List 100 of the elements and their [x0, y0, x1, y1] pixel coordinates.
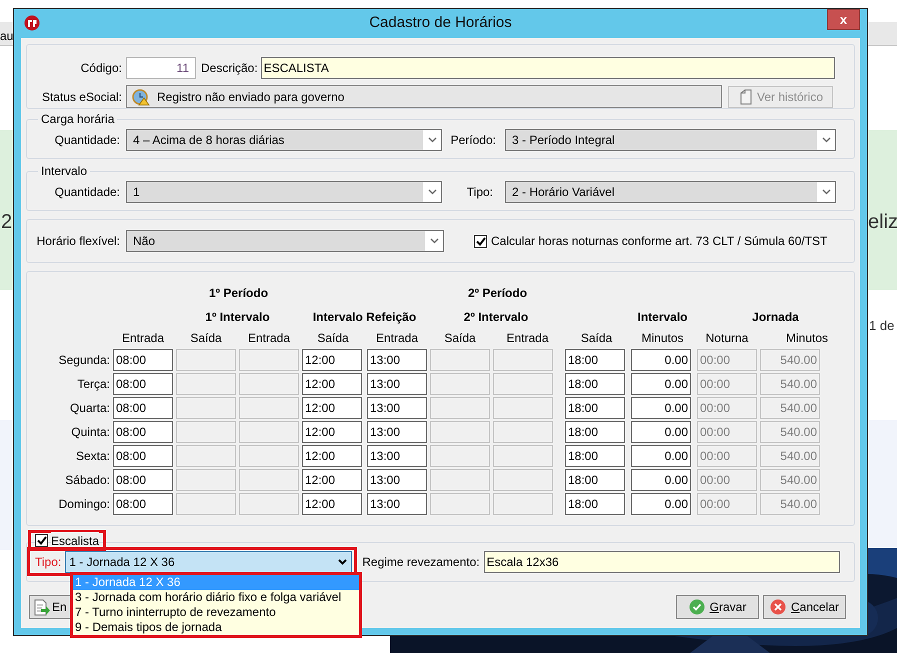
quantity-dropdown[interactable]: 1	[126, 181, 442, 203]
time-field[interactable]: 08:00	[113, 373, 173, 395]
day-label: Segunda:	[58, 352, 110, 369]
time-field[interactable]: 0.00	[631, 373, 691, 395]
time-field[interactable]: 12:00	[302, 397, 362, 419]
time-field[interactable]: 08:00	[113, 397, 173, 419]
time-field[interactable]: 0.00	[631, 397, 691, 419]
day-label: Terça:	[76, 376, 110, 393]
time-field[interactable]: 0.00	[631, 349, 691, 371]
chevron-down-icon	[822, 137, 830, 143]
period-dropdown[interactable]: 3 - Período Integral	[505, 129, 836, 151]
document-arrow-icon	[33, 598, 50, 616]
chevron-down-icon	[428, 137, 436, 143]
time-field[interactable]: 13:00	[367, 349, 427, 371]
time-field[interactable]: 18:00	[565, 493, 625, 515]
time-field[interactable]: 12:00	[302, 349, 362, 371]
time-field[interactable]: 12:00	[302, 469, 362, 491]
column-header: Entrada	[505, 330, 550, 347]
day-label: Sexta:	[74, 448, 110, 465]
chevron-down-icon	[338, 558, 347, 564]
column-group-header: Jornada	[751, 309, 800, 326]
chevron-down-icon	[822, 189, 830, 195]
day-label: Sábado:	[64, 472, 110, 489]
field-label: Horário flexível:	[36, 233, 121, 250]
time-field[interactable]: 18:00	[565, 421, 625, 443]
close-button[interactable]: x	[827, 9, 860, 30]
time-field[interactable]: 18:00	[565, 445, 625, 467]
type-dropdown[interactable]: 2 - Horário Variável	[505, 181, 836, 203]
day-label: Quinta:	[70, 424, 110, 441]
time-field[interactable]: 08:00	[113, 445, 173, 467]
time-field[interactable]: 13:00	[367, 373, 427, 395]
dropdown-option[interactable]: 7 - Turno ininterrupto de revezamento	[73, 605, 359, 620]
time-field[interactable]: 12:00	[302, 445, 362, 467]
flexible-dropdown[interactable]: Não	[126, 230, 444, 252]
time-field[interactable]: 13:00	[367, 445, 427, 467]
time-field[interactable]: 08:00	[113, 421, 173, 443]
quantity-dropdown[interactable]: 4 – Acima de 8 horas diárias	[126, 129, 442, 151]
column-header: Minutos	[784, 330, 830, 347]
column-group-header: 2º Intervalo	[462, 309, 530, 326]
column-header: Saída	[443, 330, 477, 347]
time-field[interactable]: 0.00	[631, 493, 691, 515]
page-text: eliz	[868, 210, 897, 235]
chevron-down-icon	[430, 238, 438, 244]
column-group-header: 1º Intervalo	[204, 309, 271, 326]
time-field[interactable]: 18:00	[565, 397, 625, 419]
status-field: Registro não enviado para governo	[126, 85, 722, 108]
column-group-header: 2º Período	[466, 285, 528, 302]
field-label: Quantidade:	[54, 132, 121, 149]
chevron-down-icon	[428, 189, 436, 195]
description-field[interactable]: ESCALISTA	[260, 57, 835, 79]
day-label: Domingo:	[58, 496, 110, 513]
page-text: 2	[1, 210, 12, 235]
field-label: Regime revezamento:	[362, 554, 480, 570]
time-field[interactable]: 13:00	[367, 493, 427, 515]
time-field[interactable]: 0.00	[631, 421, 691, 443]
field-label: Descrição:	[201, 60, 258, 77]
checkbox-label: Calcular horas noturnas conforme art. 73 CLT / Súmula 60/TST	[491, 233, 828, 250]
time-field[interactable]: 12:00	[302, 373, 362, 395]
code-field[interactable]: 11	[126, 57, 196, 79]
export-button[interactable]: En	[29, 595, 71, 619]
time-field[interactable]: 0.00	[631, 469, 691, 491]
app-logo-icon	[24, 15, 40, 31]
time-field[interactable]: 0.00	[631, 445, 691, 467]
group-legend: Carga horária	[38, 112, 118, 126]
field-label: Código:	[80, 60, 123, 77]
regime-field[interactable]: Escala 12x36	[484, 550, 840, 572]
cancel-circle-icon	[770, 599, 786, 615]
window-title: Cadastro de Horários	[369, 13, 512, 34]
time-field[interactable]: 18:00	[565, 349, 625, 371]
column-group-header: 1º Período	[208, 285, 270, 302]
time-field[interactable]: 18:00	[565, 469, 625, 491]
time-field[interactable]: 12:00	[302, 493, 362, 515]
column-header: Saída	[316, 330, 350, 347]
time-field[interactable]: 12:00	[302, 421, 362, 443]
save-button[interactable]: Gravar	[676, 595, 759, 619]
checkbox[interactable]	[474, 234, 487, 248]
column-header: Entrada	[374, 330, 420, 347]
field-label: Status eSocial:	[40, 88, 123, 106]
column-header: Minutos	[640, 330, 685, 347]
type-dropdown[interactable]: 1 - Jornada 12 X 36	[65, 550, 352, 572]
checkbox[interactable]	[35, 534, 48, 547]
dropdown-option[interactable]: 9 - Demais tipos de jornada	[73, 620, 359, 635]
check-circle-icon	[688, 599, 705, 615]
dropdown-option[interactable]: 3 - Jornada com horário diário fixo e folga variável	[73, 590, 359, 605]
group-legend: Intervalo	[38, 164, 90, 178]
field-label: Quantidade:	[54, 184, 121, 201]
time-field[interactable]: 08:00	[113, 493, 173, 515]
field-label: Período:	[450, 132, 497, 149]
time-field[interactable]: 08:00	[113, 349, 173, 371]
time-field[interactable]: 13:00	[367, 469, 427, 491]
time-field[interactable]: 13:00	[367, 397, 427, 419]
column-header: Saída	[189, 330, 223, 347]
time-field[interactable]: 08:00	[113, 469, 173, 491]
cancel-button[interactable]: Cancelar	[763, 595, 846, 619]
time-field[interactable]: 18:00	[565, 373, 625, 395]
column-header: Entrada	[120, 330, 166, 347]
column-group-header: Intervalo	[636, 309, 688, 326]
clock-warning-icon	[132, 88, 150, 106]
column-header: Noturna	[704, 330, 750, 347]
time-field[interactable]: 13:00	[367, 421, 427, 443]
